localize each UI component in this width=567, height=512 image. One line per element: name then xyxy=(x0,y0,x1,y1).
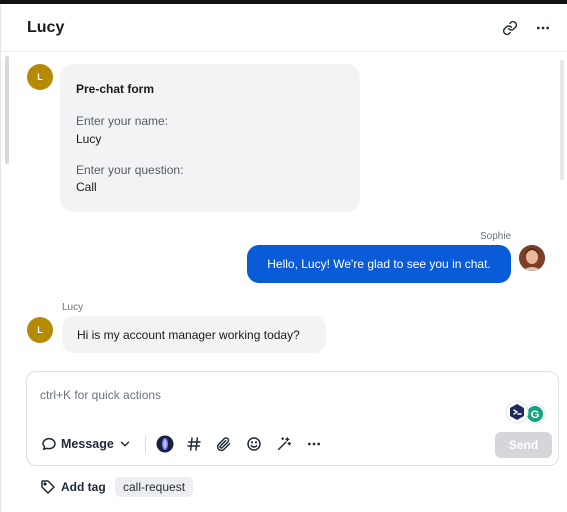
ai-assistant-icon xyxy=(156,435,174,453)
avatar-initial: L xyxy=(37,72,43,82)
form-question: Enter your question: xyxy=(76,163,184,177)
sender-name: Sophie xyxy=(480,231,512,242)
pre-chat-form-card: Pre-chat form Enter your name: Lucy Ente… xyxy=(60,64,360,212)
tag-chip[interactable]: call-request xyxy=(115,477,194,497)
chevron-down-icon xyxy=(120,441,130,447)
message-scrollbar[interactable] xyxy=(560,60,564,180)
form-answer: Call xyxy=(76,180,97,194)
add-tag-button[interactable]: Add tag xyxy=(40,477,106,497)
toolbar-divider xyxy=(145,436,146,453)
send-button[interactable]: Send xyxy=(495,432,552,458)
link-icon xyxy=(502,20,518,36)
form-title: Pre-chat form xyxy=(76,82,155,96)
grammar-extension-icon: G xyxy=(505,400,546,425)
message-type-selector[interactable]: Message xyxy=(41,433,132,455)
avatar-initial: L xyxy=(37,325,43,335)
message-text: Hi is my account manager working today? xyxy=(77,327,300,342)
avatar xyxy=(519,245,545,271)
emoji-icon xyxy=(247,437,261,451)
ai-rewrite-button[interactable] xyxy=(273,433,295,455)
panel-left-border xyxy=(0,4,1,512)
tag-icon xyxy=(41,480,55,494)
svg-text:G: G xyxy=(531,409,540,421)
add-tag-label: Add tag xyxy=(61,480,106,494)
more-actions-button[interactable] xyxy=(303,433,325,455)
more-options-button[interactable] xyxy=(531,16,555,40)
chat-bubble-icon xyxy=(42,437,56,451)
message-text: Hello, Lucy! We're glad to see you in ch… xyxy=(267,257,491,271)
emoji-button[interactable] xyxy=(243,433,265,455)
paperclip-icon xyxy=(216,437,231,452)
left-scrollbar[interactable] xyxy=(5,56,9,164)
attach-file-button[interactable] xyxy=(213,433,235,455)
tag-label: call-request xyxy=(123,480,186,494)
magic-wand-icon xyxy=(277,437,292,451)
insert-hashtag-button[interactable] xyxy=(183,433,205,455)
form-question: Enter your name: xyxy=(76,114,169,128)
ai-assistant-button[interactable] xyxy=(154,433,176,455)
avatar: L xyxy=(27,317,53,343)
agent-photo xyxy=(519,245,545,271)
message-composer: G Message xyxy=(26,371,559,466)
incoming-message-bubble: Hi is my account manager working today? xyxy=(62,316,326,353)
outgoing-message-bubble: Hello, Lucy! We're glad to see you in ch… xyxy=(247,245,511,283)
copy-link-button[interactable] xyxy=(498,16,522,40)
sender-name: Lucy xyxy=(62,302,84,313)
hashtag-icon xyxy=(187,437,201,451)
message-input[interactable] xyxy=(40,386,480,404)
chat-header: Lucy xyxy=(1,4,567,52)
chat-title: Lucy xyxy=(27,19,65,36)
extension-badges[interactable]: G xyxy=(501,399,549,427)
form-answer: Lucy xyxy=(76,132,102,146)
more-horizontal-icon xyxy=(537,26,549,30)
more-horizontal-icon xyxy=(308,442,320,446)
avatar: L xyxy=(27,64,53,90)
message-type-label: Message xyxy=(61,437,114,451)
